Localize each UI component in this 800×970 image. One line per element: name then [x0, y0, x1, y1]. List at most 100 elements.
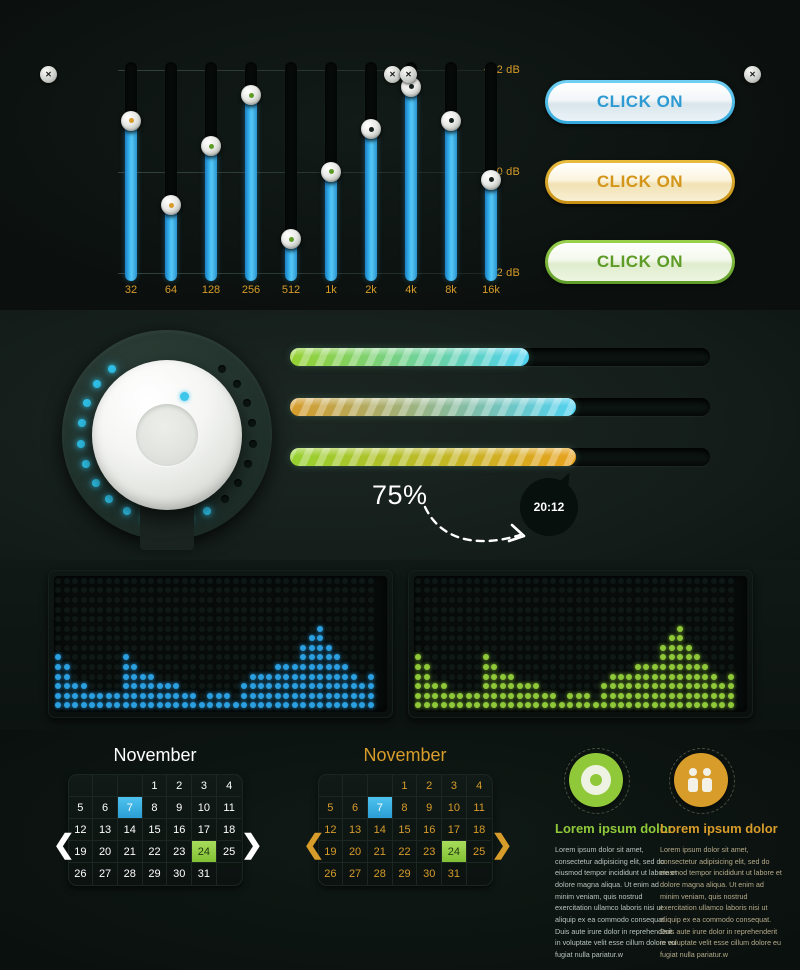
- calendar-day-cell[interactable]: 28: [118, 863, 143, 885]
- calendar-day-cell[interactable]: 29: [393, 863, 418, 885]
- calendar-day-cell[interactable]: 8: [142, 797, 168, 819]
- panel-screw-icon: ✕: [40, 66, 57, 83]
- eq-slider-handle[interactable]: [121, 110, 141, 131]
- eq-slider-handle[interactable]: [201, 136, 221, 157]
- calendar-day-cell[interactable]: 1: [142, 775, 168, 797]
- calendar-day-cell[interactable]: 18: [466, 819, 492, 841]
- calendar-day-cell[interactable]: 1: [392, 775, 418, 797]
- calendar-day-cell[interactable]: 24: [442, 841, 467, 863]
- led-dot-lit: [634, 692, 641, 699]
- calendar-day-cell[interactable]: 25: [466, 841, 492, 863]
- calendar-prev-arrow-icon[interactable]: ❮: [303, 831, 325, 857]
- calendar-prev-arrow-icon[interactable]: ❮: [53, 831, 75, 857]
- calendar-day-cell[interactable]: 23: [417, 841, 443, 863]
- calendar-day-cell[interactable]: 13: [93, 819, 118, 841]
- progress-bar-1[interactable]: [290, 348, 710, 366]
- click-on-button-blue[interactable]: CLICK ON: [545, 80, 735, 124]
- calendar-day-cell[interactable]: 3: [192, 775, 217, 797]
- calendar-day-cell[interactable]: 21: [367, 841, 393, 863]
- eq-slider-handle[interactable]: [321, 161, 341, 182]
- disc-icon[interactable]: [569, 753, 623, 807]
- calendar-day-cell[interactable]: 10: [442, 797, 467, 819]
- calendar-day-cell[interactable]: 28: [368, 863, 393, 885]
- led-dot-off: [710, 606, 717, 613]
- calendar-day-cell[interactable]: 9: [417, 797, 443, 819]
- calendar-day-cell[interactable]: 11: [466, 797, 492, 819]
- rotary-volume-knob[interactable]: [62, 330, 272, 550]
- click-on-button-amber[interactable]: CLICK ON: [545, 160, 735, 204]
- progress-gloss: [290, 398, 576, 406]
- progress-bar-3[interactable]: [290, 448, 710, 466]
- calendar-day-cell[interactable]: 8: [392, 797, 418, 819]
- calendar-day-cell[interactable]: 4: [216, 775, 242, 797]
- led-dot-off: [474, 654, 481, 661]
- calendar-day-cell[interactable]: 2: [417, 775, 443, 797]
- progress-bar-2[interactable]: [290, 398, 710, 416]
- led-dot-off: [702, 596, 709, 603]
- calendar-day-cell[interactable]: 7: [117, 797, 143, 819]
- calendar-day-cell[interactable]: 7: [367, 797, 393, 819]
- calendar-day-cell[interactable]: 27: [93, 863, 118, 885]
- calendar-day-cell[interactable]: 25: [216, 841, 242, 863]
- calendar-day-cell[interactable]: 21: [117, 841, 143, 863]
- calendar-day-cell[interactable]: 18: [216, 819, 242, 841]
- calendar-day-cell[interactable]: 14: [117, 819, 143, 841]
- calendar-day-cell[interactable]: 15: [392, 819, 418, 841]
- calendar-day-cell[interactable]: 17: [442, 819, 467, 841]
- calendar-day-cell[interactable]: 16: [417, 819, 443, 841]
- calendar-day-cell[interactable]: 11: [216, 797, 242, 819]
- calendar-day-cell[interactable]: 20: [343, 841, 368, 863]
- calendar-day-cell[interactable]: 29: [143, 863, 168, 885]
- eq-slider-handle[interactable]: [481, 169, 501, 190]
- calendar-day-cell[interactable]: 10: [192, 797, 217, 819]
- calendar-next-arrow-icon[interactable]: ❯: [241, 831, 263, 857]
- knob-cap[interactable]: [92, 360, 242, 510]
- calendar-day-cell[interactable]: 31: [442, 863, 467, 885]
- calendar-day-cell[interactable]: 24: [192, 841, 217, 863]
- eq-slider-handle[interactable]: [361, 119, 381, 140]
- led-dot-off: [122, 577, 129, 584]
- calendar-day-cell[interactable]: 16: [167, 819, 193, 841]
- calendar-day-cell[interactable]: 22: [392, 841, 418, 863]
- calendar-day-cell[interactable]: 3: [442, 775, 467, 797]
- calendar-day-cell[interactable]: 13: [343, 819, 368, 841]
- calendar-day-cell[interactable]: 4: [466, 775, 492, 797]
- calendar-day-cell[interactable]: 26: [69, 863, 94, 885]
- led-dot-off: [283, 577, 290, 584]
- led-dot-off: [131, 625, 138, 632]
- calendar-day-cell[interactable]: 15: [142, 819, 168, 841]
- eq-slider-handle[interactable]: [281, 229, 301, 250]
- eq-slider-handle[interactable]: [441, 110, 461, 131]
- led-dot-off: [423, 577, 430, 584]
- calendar-day-cell[interactable]: 30: [417, 863, 443, 885]
- people-icon[interactable]: [674, 753, 728, 807]
- calendar-day-cell[interactable]: 17: [192, 819, 217, 841]
- led-dot-off: [224, 654, 231, 661]
- calendar-day-cell[interactable]: 31: [192, 863, 217, 885]
- click-on-button-green[interactable]: CLICK ON: [545, 240, 735, 284]
- led-dot-off: [457, 606, 464, 613]
- calendar-day-cell[interactable]: 22: [142, 841, 168, 863]
- eq-slider-handle[interactable]: [161, 195, 181, 216]
- led-dot-off: [550, 596, 557, 603]
- eq-slider-handle[interactable]: [241, 85, 261, 106]
- led-dot-lit: [122, 673, 129, 680]
- led-dot-off: [114, 577, 121, 584]
- calendar-day-cell[interactable]: 26: [319, 863, 344, 885]
- calendar-day-cell[interactable]: 5: [68, 797, 94, 819]
- led-dot-off: [457, 683, 464, 690]
- calendar-day-cell[interactable]: 6: [343, 797, 368, 819]
- calendar-day-cell[interactable]: 30: [167, 863, 193, 885]
- calendar-day-cell[interactable]: 23: [167, 841, 193, 863]
- time-badge[interactable]: 20:12: [520, 468, 578, 536]
- calendar-next-arrow-icon[interactable]: ❯: [491, 831, 513, 857]
- eq-handle-dot-icon: [168, 202, 174, 208]
- led-dot-off: [474, 663, 481, 670]
- calendar-day-cell[interactable]: 9: [167, 797, 193, 819]
- calendar-day-cell[interactable]: 6: [93, 797, 118, 819]
- calendar-day-cell[interactable]: 14: [367, 819, 393, 841]
- calendar-day-cell[interactable]: 2: [167, 775, 193, 797]
- calendar-day-cell[interactable]: 27: [343, 863, 368, 885]
- calendar-day-cell[interactable]: 5: [318, 797, 344, 819]
- calendar-day-cell[interactable]: 20: [93, 841, 118, 863]
